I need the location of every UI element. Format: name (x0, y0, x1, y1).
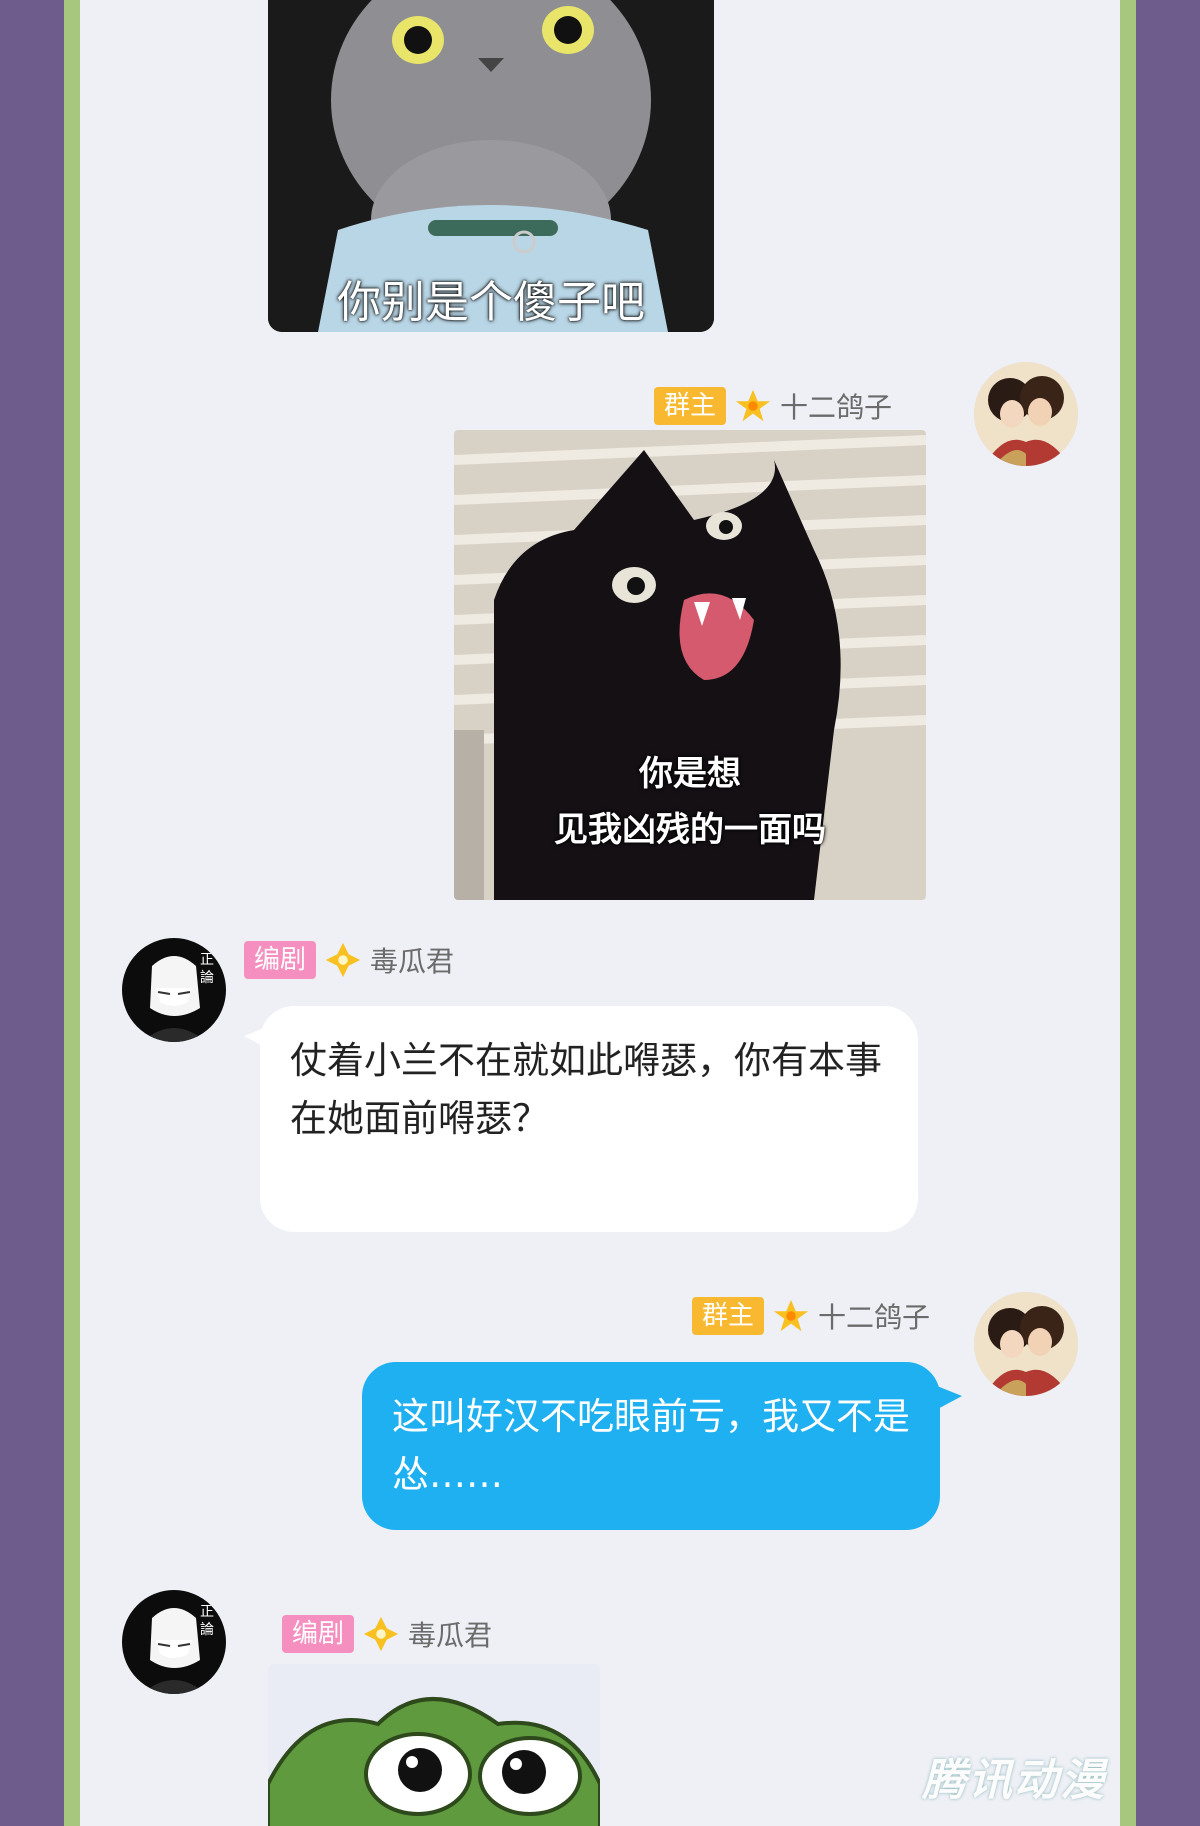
sender-row-owner: 群主 十二鸽子 (654, 386, 892, 426)
star-rank-icon (735, 389, 771, 422)
black-cat-caption-line1: 你是想 (639, 754, 741, 794)
gray-cat-caption: 你别是个傻子吧 (337, 277, 645, 328)
sender-name: 毒瓜君 (408, 1619, 493, 1652)
message-bubble-left[interactable]: 仗着小兰不在就如此嘚瑟，你有本事在她面前嘚瑟？ (260, 1006, 918, 1232)
avatar-owner[interactable] (974, 362, 1078, 466)
message-text: 这叫好汉不吃眼前亏，我又不是怂…… (392, 1395, 910, 1496)
frog-sticker[interactable] (268, 1664, 600, 1826)
avatar-editor-image: 正 論 (122, 938, 226, 1042)
avatar-owner-image (974, 362, 1078, 466)
owner-badge: 群主 (692, 1297, 765, 1335)
owner-badge: 群主 (654, 387, 727, 425)
chat-area[interactable]: 你别是个傻子吧 群主 十二鸽子 你是想 见我凶残的一面吗 正 論 编剧 毒瓜君 … (80, 0, 1120, 1826)
watermark-logo: 腾讯动漫 (922, 1755, 1106, 1806)
black-cat-sticker[interactable]: 你是想 见我凶残的一面吗 (454, 430, 926, 900)
sender-row-editor: 编剧 毒瓜君 (282, 1614, 492, 1654)
avatar-editor[interactable]: 正 論 (122, 938, 226, 1042)
svg-text:論: 論 (200, 970, 214, 986)
sender-name: 毒瓜君 (370, 945, 455, 978)
avatar-owner-image (974, 1292, 1078, 1396)
sender-name: 十二鸽子 (818, 1301, 931, 1334)
avatar-owner[interactable] (974, 1292, 1078, 1396)
diamond-rank-icon (363, 1616, 399, 1652)
sender-row-owner: 群主 十二鸽子 (692, 1296, 930, 1336)
avatar-editor[interactable]: 正 論 (122, 1590, 226, 1694)
svg-text:正: 正 (200, 1604, 214, 1620)
black-cat-caption-line2: 见我凶残的一面吗 (554, 810, 826, 850)
sender-row-editor: 编剧 毒瓜君 (244, 940, 454, 980)
svg-text:論: 論 (200, 1622, 214, 1638)
editor-badge: 编剧 (244, 941, 317, 979)
diamond-rank-icon (325, 942, 361, 978)
svg-text:正: 正 (200, 952, 214, 968)
message-bubble-right[interactable]: 这叫好汉不吃眼前亏，我又不是怂…… (362, 1362, 940, 1530)
right-bubble-tail (932, 1384, 962, 1412)
sender-name: 十二鸽子 (780, 391, 893, 424)
gray-cat-sticker[interactable]: 你别是个傻子吧 (268, 0, 714, 332)
frog-image (268, 1664, 600, 1826)
avatar-editor-image: 正 論 (122, 1590, 226, 1694)
editor-badge: 编剧 (282, 1615, 355, 1653)
star-rank-icon (773, 1299, 809, 1332)
message-text: 仗着小兰不在就如此嘚瑟，你有本事在她面前嘚瑟？ (290, 1039, 882, 1140)
